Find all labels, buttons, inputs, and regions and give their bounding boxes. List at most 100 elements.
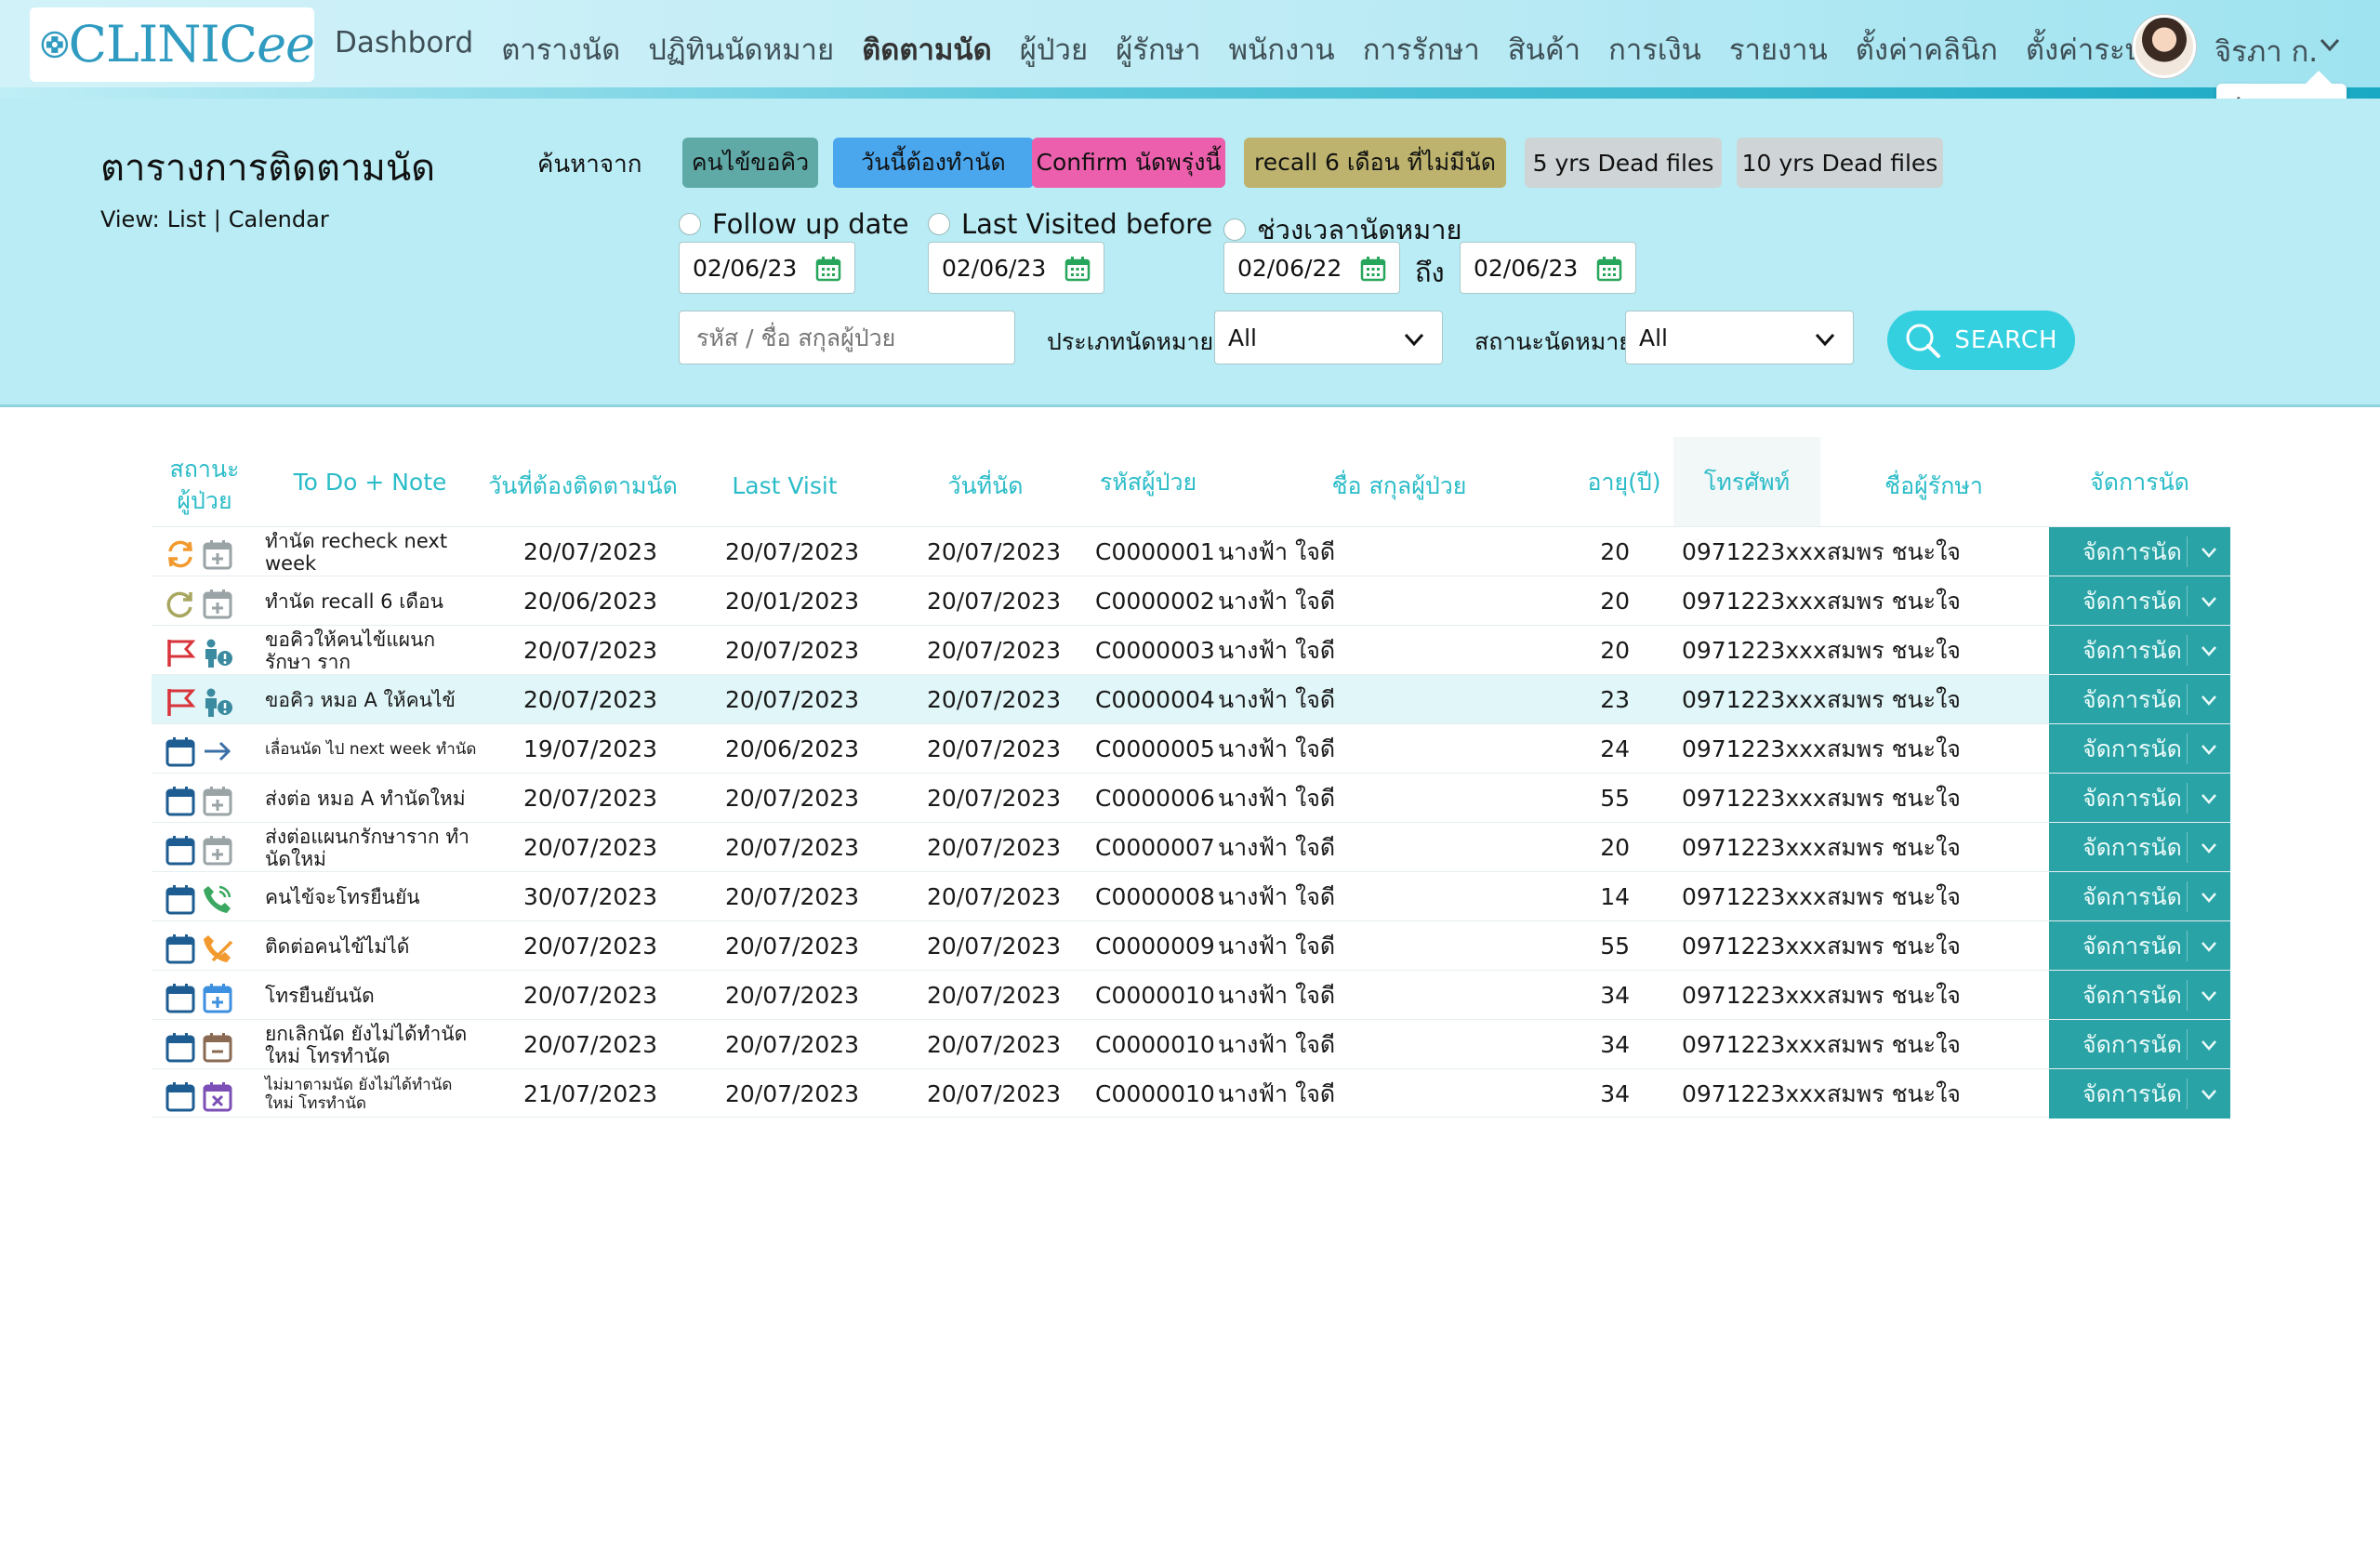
col-header-patient-id[interactable]: รหัสผู้ป่วย: [1069, 467, 1227, 498]
calendar-plus-blue-icon[interactable]: [202, 982, 233, 1013]
calendar-minus-brown-icon[interactable]: [202, 1031, 233, 1063]
calendar-blue-icon[interactable]: [165, 1031, 196, 1063]
chevron-down-icon[interactable]: [2199, 1084, 2219, 1105]
filter-chip-1[interactable]: วันนี้ต้องทำนัด: [833, 138, 1034, 188]
nav-item-0[interactable]: Dashbord: [335, 26, 473, 73]
manage-appointment-button[interactable]: จัดการนัด: [2049, 1020, 2230, 1069]
table-row[interactable]: ทำนัด recall 6 เดือน 20/06/2023 20/01/2023…: [152, 576, 2230, 626]
nav-item-11[interactable]: ตั้งค่าคลินิก: [1856, 26, 1998, 73]
view-list-link[interactable]: List: [167, 206, 206, 232]
chevron-down-icon[interactable]: [2199, 542, 2219, 563]
patient-id[interactable]: C0000006: [1095, 774, 1215, 823]
manage-appointment-button[interactable]: จัดการนัด: [2049, 724, 2230, 774]
patient-id[interactable]: C0000009: [1095, 921, 1215, 971]
user-avatar[interactable]: [2133, 15, 2196, 78]
calendar-blue-icon[interactable]: [165, 735, 196, 767]
recall-orange-icon[interactable]: [165, 538, 196, 570]
period-to-date-input[interactable]: 02/06/23: [1460, 242, 1636, 294]
appointment-status-select[interactable]: All: [1625, 311, 1854, 364]
manage-appointment-button[interactable]: จัดการนัด: [2049, 626, 2230, 675]
patient-id[interactable]: C0000008: [1095, 872, 1215, 921]
patient-name[interactable]: นางฟ้า ใจดี: [1218, 626, 1335, 675]
patient-search-input[interactable]: [679, 311, 1015, 364]
table-row[interactable]: ขอคิว หมอ A ให้คนไข้ 20/07/2023 20/07/2023…: [152, 674, 2230, 724]
period-from-date-input[interactable]: 02/06/22: [1223, 242, 1400, 294]
table-row[interactable]: คนไข้จะโทรยืนยัน 30/07/2023 20/07/2023 20/0…: [152, 871, 2230, 921]
person-alert-icon[interactable]: [202, 637, 233, 668]
calendar-x-purple-icon[interactable]: [202, 1080, 233, 1112]
nav-item-3[interactable]: ติดตามนัด: [862, 26, 992, 73]
radio-follow-up-date[interactable]: Follow up date: [679, 208, 909, 240]
view-calendar-link[interactable]: Calendar: [229, 206, 329, 232]
user-name[interactable]: จิรภา ก.: [2215, 28, 2318, 74]
nav-item-5[interactable]: ผู้รักษา: [1116, 26, 1200, 73]
nav-item-4[interactable]: ผู้ป่วย: [1020, 26, 1088, 73]
calendar-icon[interactable]: [1360, 256, 1386, 282]
col-header-last-visit[interactable]: Last Visit: [701, 470, 868, 502]
radio-last-visited[interactable]: Last Visited before: [928, 208, 1212, 240]
calendar-blue-icon[interactable]: [165, 982, 196, 1013]
patient-name[interactable]: นางฟ้า ใจดี: [1218, 527, 1335, 576]
col-header-phone[interactable]: โทรศัพท์: [1683, 467, 1811, 498]
nav-item-2[interactable]: ปฏิทินนัดหมาย: [648, 26, 834, 73]
filter-chip-0[interactable]: คนไข้ขอคิว: [682, 138, 818, 188]
col-header-follow-date[interactable]: วันที่ต้องติดตามนัด: [483, 470, 682, 502]
patient-id[interactable]: C0000005: [1095, 724, 1215, 774]
filter-chip-4[interactable]: 5 yrs Dead files: [1525, 138, 1722, 188]
calendar-plus-gray-icon[interactable]: [202, 834, 233, 866]
nav-item-10[interactable]: รายงาน: [1729, 26, 1828, 73]
calendar-icon[interactable]: [1596, 256, 1622, 282]
table-row[interactable]: ส่งต่อแผนกรักษาราก ทำนัดใหม่ 20/07/2023 20…: [152, 822, 2230, 872]
calendar-blue-icon[interactable]: [165, 834, 196, 866]
manage-appointment-button[interactable]: จัดการนัด: [2049, 823, 2230, 872]
patient-name[interactable]: นางฟ้า ใจดี: [1218, 872, 1335, 921]
clinic-logo[interactable]: CLINICee: [30, 7, 315, 82]
manage-appointment-button[interactable]: จัดการนัด: [2049, 576, 2230, 626]
chevron-down-icon[interactable]: [2199, 739, 2219, 760]
col-header-todo[interactable]: To Do + Note: [277, 467, 463, 498]
filter-chip-5[interactable]: 10 yrs Dead files: [1737, 138, 1943, 188]
calendar-blue-icon[interactable]: [165, 883, 196, 915]
radio-circle[interactable]: [1223, 218, 1246, 241]
manage-appointment-button[interactable]: จัดการนัด: [2049, 921, 2230, 971]
calendar-icon[interactable]: [815, 256, 841, 282]
patient-name[interactable]: นางฟ้า ใจดี: [1218, 576, 1335, 626]
appointment-type-select[interactable]: All: [1214, 311, 1443, 364]
col-header-patient-name[interactable]: ชื่อ สกุลผู้ป่วย: [1283, 470, 1515, 502]
col-header-status[interactable]: สถานะ ผู้ป่วย: [158, 454, 251, 517]
chevron-down-icon[interactable]: [2199, 838, 2219, 858]
filter-chip-3[interactable]: recall 6 เดือน ที่ไม่มีนัด: [1244, 138, 1506, 188]
calendar-blue-icon[interactable]: [165, 785, 196, 816]
person-alert-icon[interactable]: [202, 686, 233, 718]
manage-appointment-button[interactable]: จัดการนัด: [2049, 527, 2230, 576]
follow-up-date-input[interactable]: 02/06/23: [679, 242, 855, 294]
patient-name[interactable]: นางฟ้า ใจดี: [1218, 724, 1335, 774]
manage-appointment-button[interactable]: จัดการนัด: [2049, 675, 2230, 724]
flag-red-icon[interactable]: [165, 686, 196, 718]
recall-olive-icon[interactable]: [165, 588, 196, 619]
manage-appointment-button[interactable]: จัดการนัด: [2049, 774, 2230, 823]
chevron-down-icon[interactable]: [2199, 936, 2219, 957]
table-row[interactable]: ยกเลิกนัด ยังไม่ได้ทำนัดใหม่ โทรทำนัด 20/…: [152, 1019, 2230, 1069]
col-header-age[interactable]: อายุ(ปี): [1573, 467, 1675, 498]
chevron-down-icon[interactable]: [2199, 591, 2219, 612]
radio-circle[interactable]: [679, 213, 701, 235]
patient-name[interactable]: นางฟ้า ใจดี: [1218, 1020, 1335, 1069]
chevron-down-icon[interactable]: [2199, 887, 2219, 907]
nav-item-8[interactable]: สินค้า: [1508, 26, 1580, 73]
phone-missed-icon[interactable]: [202, 933, 233, 964]
table-row[interactable]: ขอคิวให้คนไข้แผนกรักษา ราก 20/07/2023 20/0…: [152, 625, 2230, 675]
patient-id[interactable]: C0000002: [1095, 576, 1215, 626]
patient-id[interactable]: C0000007: [1095, 823, 1215, 872]
manage-appointment-button[interactable]: จัดการนัด: [2049, 872, 2230, 921]
chevron-down-icon[interactable]: [2199, 788, 2219, 809]
calendar-blue-icon[interactable]: [165, 933, 196, 964]
calendar-plus-gray-icon[interactable]: [202, 538, 233, 570]
chevron-down-icon[interactable]: [2319, 33, 2341, 56]
chevron-down-icon[interactable]: [2199, 690, 2219, 710]
nav-item-6[interactable]: พนักงาน: [1229, 26, 1335, 73]
col-header-doctor[interactable]: ชื่อผู้รักษา: [1831, 470, 2036, 502]
patient-name[interactable]: นางฟ้า ใจดี: [1218, 774, 1335, 823]
patient-name[interactable]: นางฟ้า ใจดี: [1218, 823, 1335, 872]
flag-red-icon[interactable]: [165, 637, 196, 668]
